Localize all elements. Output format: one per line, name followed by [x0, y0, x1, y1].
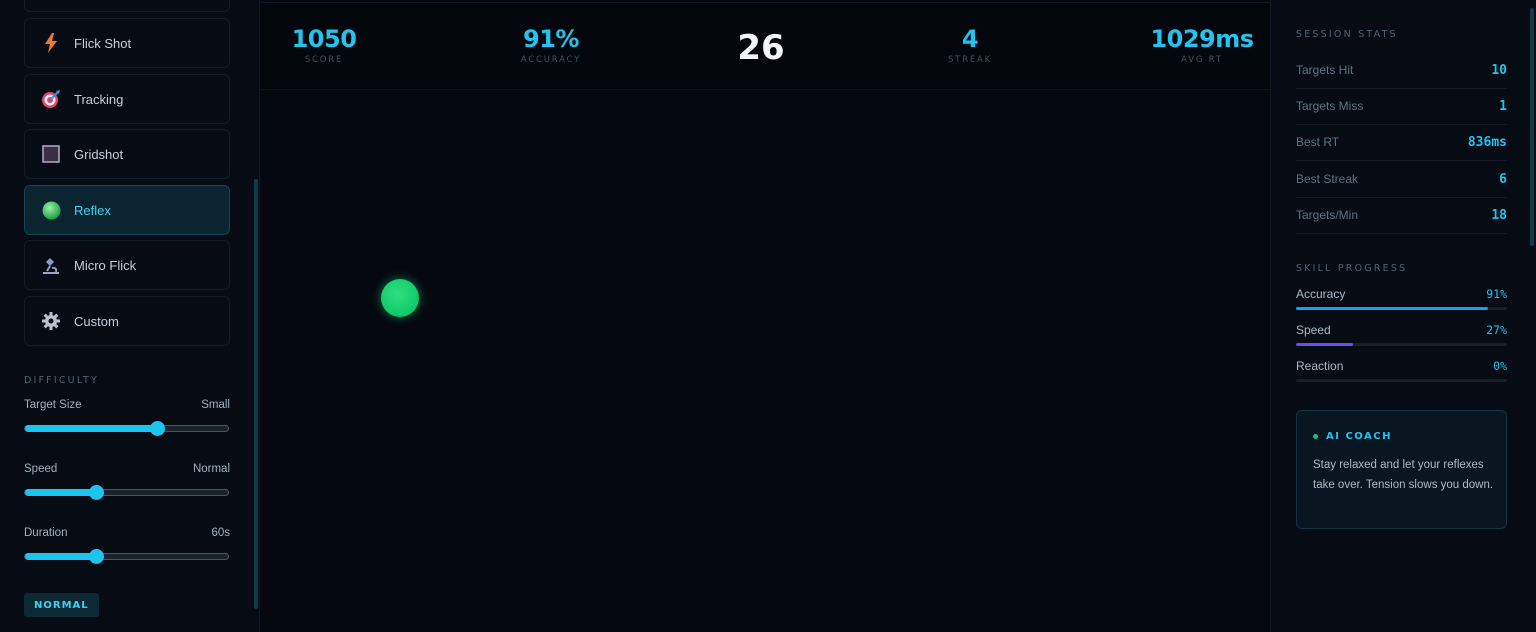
stat-val: 18 — [1491, 207, 1507, 223]
slider-thumb[interactable] — [89, 485, 105, 500]
gear-icon — [41, 311, 61, 331]
target-dart-icon — [41, 89, 61, 109]
slider-fill — [25, 553, 97, 560]
green-orb-icon — [41, 200, 61, 220]
stat-row-best-rt: Best RT 836ms — [1296, 124, 1507, 161]
stat-label: SCORE — [304, 55, 344, 65]
status-dot-icon — [1313, 434, 1318, 439]
duration-slider-row: Duration 60s — [24, 527, 230, 564]
slider-value: Small — [201, 399, 230, 411]
session-stats-heading: SESSION STATS — [1296, 29, 1398, 40]
stat-label: ACCURACY — [520, 55, 582, 65]
stat-bar: 1050 SCORE 91% ACCURACY 26 4 STREAK 1029… — [260, 3, 1270, 90]
stat-row-targets-per-min: Targets/Min 18 — [1296, 197, 1507, 234]
mode-item-micro-flick[interactable]: Micro Flick — [24, 240, 230, 290]
stat-value: 91% — [523, 25, 579, 53]
slider-thumb[interactable] — [89, 549, 105, 564]
duration-slider[interactable] — [24, 549, 229, 564]
mode-label: Gridshot — [74, 146, 124, 162]
skill-accuracy: Accuracy 91% — [1296, 287, 1507, 310]
stat-val: 6 — [1499, 171, 1507, 187]
grid-square-icon — [41, 144, 61, 164]
slider-label: Speed — [24, 463, 58, 475]
streak-stat: 4 STREAK — [900, 25, 1040, 65]
mode-item-flick-shot[interactable]: Flick Shot — [24, 18, 230, 68]
sidebar: Flick Shot Tracking Gridshot Reflex Micr… — [0, 0, 260, 632]
mode-label: Reflex — [74, 202, 111, 218]
microscope-icon — [41, 255, 61, 275]
countdown-timer: 26 — [737, 28, 785, 68]
reflex-target[interactable] — [381, 279, 419, 317]
skill-percent: 27% — [1486, 323, 1507, 337]
speed-slider-row: Speed Normal — [24, 463, 230, 500]
stats-panel: SESSION STATS Targets Hit 10 Targets Mis… — [1270, 0, 1536, 632]
skill-label: Speed — [1296, 323, 1331, 337]
skill-percent: 91% — [1486, 287, 1507, 301]
aim-trainer-app: Flick Shot Tracking Gridshot Reflex Micr… — [0, 0, 1536, 632]
skill-speed: Speed 27% — [1296, 323, 1507, 346]
stat-key: Targets Miss — [1296, 99, 1364, 113]
sidebar-scrollbar[interactable] — [254, 179, 258, 609]
stat-key: Best Streak — [1296, 172, 1359, 186]
stat-key: Targets Hit — [1296, 63, 1354, 77]
stat-row-targets-miss: Targets Miss 1 — [1296, 88, 1507, 125]
stat-row-targets-hit: Targets Hit 10 — [1296, 52, 1507, 89]
mode-label: Tracking — [74, 91, 124, 107]
stat-val: 836ms — [1467, 134, 1507, 150]
stat-value: 1029ms — [1150, 25, 1254, 53]
lightning-icon — [41, 33, 61, 53]
mode-item-reflex[interactable]: Reflex — [24, 185, 230, 235]
mode-label: Micro Flick — [74, 257, 137, 273]
mode-item-clipped[interactable] — [24, 0, 230, 12]
game-area[interactable]: 1050 SCORE 91% ACCURACY 26 4 STREAK 1029… — [260, 0, 1270, 632]
stat-value: 1050 — [291, 25, 357, 53]
mode-item-gridshot[interactable]: Gridshot — [24, 129, 230, 179]
stat-label: STREAK — [947, 55, 993, 65]
speed-slider[interactable] — [24, 485, 229, 500]
slider-label: Duration — [24, 527, 68, 539]
progress-fill — [1296, 307, 1488, 310]
difficulty-badge: NORMAL — [24, 593, 99, 617]
panel-scrollbar[interactable] — [1530, 8, 1534, 246]
stat-key: Targets/Min — [1296, 208, 1359, 222]
coach-title: AI COACH — [1326, 431, 1392, 442]
skill-reaction: Reaction 0% — [1296, 359, 1507, 382]
mode-item-tracking[interactable]: Tracking — [24, 74, 230, 124]
stat-value: 4 — [961, 25, 979, 53]
stat-label: AVG RT — [1181, 55, 1223, 65]
progress-fill — [1296, 343, 1353, 346]
mode-item-custom[interactable]: Custom — [24, 296, 230, 346]
progress-bar — [1296, 379, 1507, 382]
skill-percent: 0% — [1493, 359, 1507, 373]
slider-thumb[interactable] — [149, 421, 165, 436]
slider-fill — [25, 489, 97, 496]
slider-fill — [25, 425, 157, 432]
ai-coach-card: AI COACH Stay relaxed and let your refle… — [1296, 410, 1507, 529]
target-size-slider[interactable] — [24, 421, 229, 436]
stat-val: 10 — [1491, 62, 1507, 78]
slider-value: Normal — [192, 463, 230, 475]
target-size-slider-row: Target Size Small — [24, 399, 230, 436]
stat-key: Best RT — [1296, 135, 1340, 149]
stat-row-best-streak: Best Streak 6 — [1296, 161, 1507, 198]
mode-label: Flick Shot — [74, 35, 132, 51]
skill-label: Accuracy — [1296, 287, 1346, 301]
mode-label: Custom — [74, 313, 119, 329]
skill-label: Reaction — [1296, 359, 1344, 373]
skill-progress-heading: SKILL PROGRESS — [1296, 263, 1408, 274]
slider-value: 60s — [211, 527, 230, 539]
difficulty-heading: DIFFICULTY — [24, 375, 100, 386]
progress-bar — [1296, 343, 1507, 346]
slider-label: Target Size — [24, 399, 82, 411]
score-stat: 1050 SCORE — [254, 25, 394, 65]
avg-rt-stat: 1029ms AVG RT — [1132, 25, 1272, 65]
progress-bar — [1296, 307, 1507, 310]
accuracy-stat: 91% ACCURACY — [481, 25, 621, 65]
stat-val: 1 — [1499, 98, 1507, 114]
coach-message: Stay relaxed and let your reflexes take … — [1313, 459, 1494, 491]
